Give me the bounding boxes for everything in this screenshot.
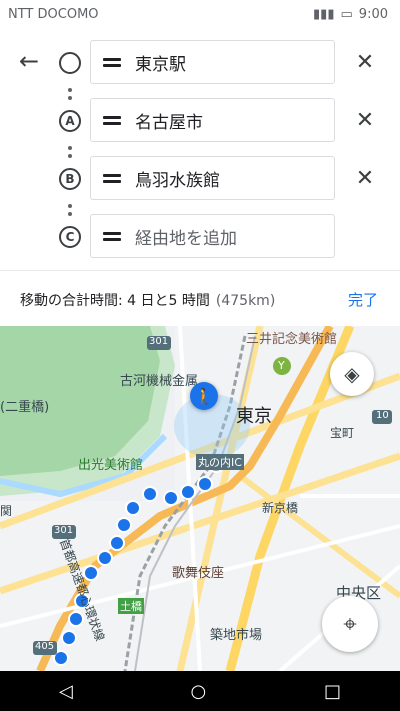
stop-row-origin: 東京駅 ✕ xyxy=(0,40,400,86)
label-route-301b: 301 xyxy=(54,525,74,536)
label-route-301a: 301 xyxy=(149,336,169,347)
add-stop-field[interactable]: 経由地を追加 xyxy=(90,214,335,258)
stop-row-b: B 鳥羽水族館 ✕ xyxy=(0,156,400,202)
origin-field[interactable]: 東京駅 xyxy=(90,40,335,84)
label-mitsui: 三井記念美術館 xyxy=(246,332,338,347)
label-takaracho: 宝町 xyxy=(330,426,355,440)
label-nijubashi: (二重橋) xyxy=(0,400,50,415)
home-circle-icon[interactable]: ○ xyxy=(191,681,207,702)
label-marunouchi-ic: 丸の内IC xyxy=(196,454,244,470)
label-y: Y xyxy=(278,359,285,372)
label-idemitsu: 出光美術館 xyxy=(78,458,144,473)
directions-panel: ← 東京駅 ✕ A 名古屋市 ✕ B 鳥羽水族館 ✕ C 経由地を追加 移動の合… xyxy=(0,28,400,326)
close-icon: ✕ xyxy=(355,49,375,75)
battery-icon: ▭ xyxy=(340,6,353,22)
label-furukawa: 古河機械金属 xyxy=(120,374,199,389)
drag-handle-icon[interactable] xyxy=(103,57,121,67)
label-tsukiji: 築地市場 xyxy=(210,628,263,643)
remove-stop-a-button[interactable]: ✕ xyxy=(350,105,380,135)
walking-person-icon: 🚶 xyxy=(190,382,218,410)
close-icon: ✕ xyxy=(355,107,375,133)
label-route-10: 10 xyxy=(376,410,389,421)
stop-a-field[interactable]: 名古屋市 xyxy=(90,98,335,142)
label-tokyo: 東京 xyxy=(236,406,272,427)
system-nav-bar: ◁ ○ □ xyxy=(0,671,400,711)
drag-handle-icon[interactable] xyxy=(103,173,121,183)
close-icon: ✕ xyxy=(355,165,375,191)
stop-a-text: 名古屋市 xyxy=(135,112,203,133)
marker-b-icon: B xyxy=(59,168,81,190)
label-route-405: 405 xyxy=(35,641,55,652)
stop-row-a: A 名古屋市 ✕ xyxy=(0,98,400,144)
my-location-button[interactable]: ⌖ xyxy=(322,596,378,652)
marker-c-icon: C xyxy=(59,226,81,248)
back-triangle-icon[interactable]: ◁ xyxy=(59,681,73,702)
done-button[interactable]: 完了 xyxy=(348,289,378,310)
label-shinkyobashi: 新京橋 xyxy=(262,501,299,515)
map-view[interactable]: 三井記念美術館 古河機械金属 東京 (二重橋) 出光美術館 丸の内IC 新京橋 … xyxy=(0,326,400,671)
origin-text: 東京駅 xyxy=(135,54,186,75)
layers-button[interactable]: ◈ xyxy=(330,352,374,396)
stop-b-field[interactable]: 鳥羽水族館 xyxy=(90,156,335,200)
crosshair-icon: ⌖ xyxy=(343,610,357,638)
drag-handle-icon[interactable] xyxy=(103,231,121,241)
total-distance: (475km) xyxy=(215,293,276,309)
remove-stop-b-button[interactable]: ✕ xyxy=(350,163,380,193)
divider xyxy=(0,270,400,271)
clock: 9:00 xyxy=(358,6,388,22)
trip-summary: 移動の合計時間: 4 日と5 時間 (475km) xyxy=(20,290,275,310)
origin-marker-icon xyxy=(59,52,81,74)
remove-origin-button[interactable]: ✕ xyxy=(350,47,380,77)
carrier-label: NTT DOCOMO xyxy=(8,6,99,22)
total-time: 移動の合計時間: 4 日と5 時間 xyxy=(20,293,210,309)
label-tsuchihashi: 土橋 xyxy=(118,598,144,614)
status-bar: NTT DOCOMO ▮▮▮ ▭ 9:00 xyxy=(0,0,400,28)
stop-row-c: C 経由地を追加 xyxy=(0,214,400,260)
marker-a-icon: A xyxy=(59,110,81,132)
layers-icon: ◈ xyxy=(344,362,360,386)
recents-square-icon[interactable]: □ xyxy=(324,681,341,702)
signal-icon: ▮▮▮ xyxy=(313,6,335,22)
label-kabukiza: 歌舞伎座 xyxy=(172,566,225,581)
drag-handle-icon[interactable] xyxy=(103,115,121,125)
add-stop-placeholder: 経由地を追加 xyxy=(135,228,237,249)
label-seki: 関 xyxy=(0,504,13,518)
stop-b-text: 鳥羽水族館 xyxy=(135,170,220,191)
